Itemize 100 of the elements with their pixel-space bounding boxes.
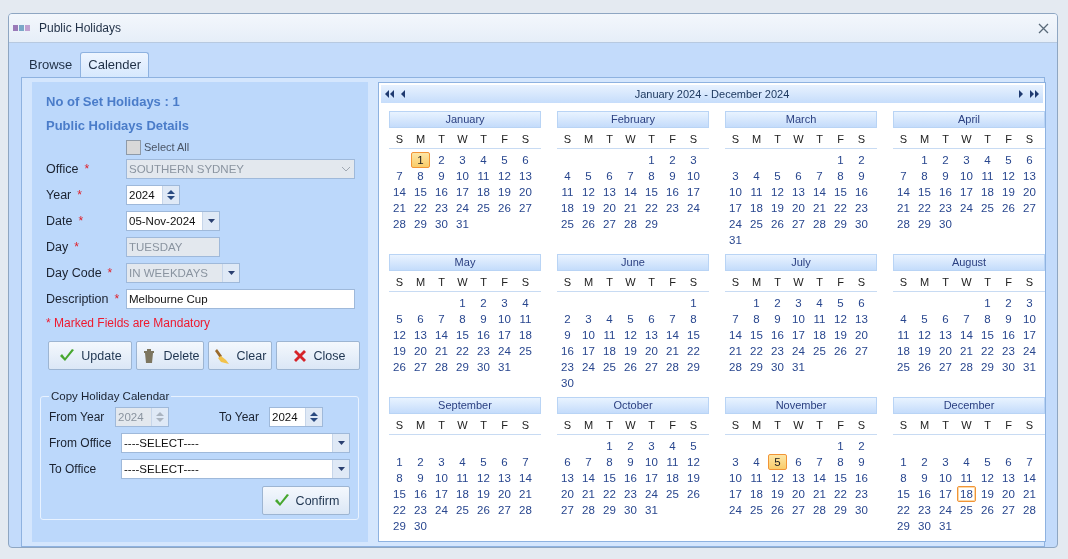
calendar-day[interactable]: 21 [1020,486,1039,502]
calendar-day[interactable]: 18 [516,327,535,343]
office-dropdown[interactable]: ----SELECT---- [121,433,350,453]
calendar-day[interactable]: 27 [852,343,871,359]
calendar-day[interactable]: 26 [621,359,640,375]
calendar-day[interactable]: 18 [558,200,577,216]
calendar-day[interactable]: 12 [474,470,493,486]
calendar-day[interactable]: 21 [663,343,682,359]
calendar-day[interactable]: 7 [390,168,409,184]
calendar-day[interactable]: 29 [831,502,850,518]
calendar-day[interactable]: 14 [579,470,598,486]
calendar-day[interactable]: 16 [663,184,682,200]
calendar-day[interactable]: 2 [999,295,1018,311]
calendar-day[interactable]: 2 [474,295,493,311]
calendar-day[interactable]: 15 [915,184,934,200]
calendar-day[interactable]: 6 [516,152,535,168]
calendar-day[interactable]: 3 [642,438,661,454]
calendar-day[interactable]: 16 [936,184,955,200]
calendar-day[interactable]: 2 [663,152,682,168]
select-all-checkbox[interactable] [126,139,141,155]
calendar-day[interactable]: 18 [453,486,472,502]
calendar-day[interactable]: 17 [684,184,703,200]
calendar-day[interactable]: 18 [663,470,682,486]
calendar-day[interactable]: 1 [978,295,997,311]
calendar-day[interactable]: 18 [600,343,619,359]
calendar-day[interactable]: 27 [495,502,514,518]
calendar-day[interactable]: 11 [810,311,829,327]
calendar-day[interactable]: 5 [768,454,787,470]
calendar-day[interactable]: 29 [453,359,472,375]
calendar-day[interactable]: 21 [621,200,640,216]
calendar-day[interactable]: 17 [579,343,598,359]
calendar-day[interactable]: 21 [432,343,451,359]
calendar-day[interactable]: 26 [978,502,997,518]
calendar-day[interactable]: 9 [852,454,871,470]
calendar-day[interactable]: 17 [1020,327,1039,343]
calendar-day[interactable]: 14 [957,327,976,343]
calendar-day[interactable]: 24 [495,343,514,359]
calendar-day[interactable]: 13 [936,327,955,343]
calendar-day[interactable]: 4 [957,454,976,470]
calendar-day[interactable]: 2 [411,454,430,470]
calendar-day[interactable]: 29 [642,216,661,232]
calendar-day[interactable]: 1 [411,152,430,168]
calendar-day[interactable]: 29 [684,359,703,375]
calendar-day[interactable]: 26 [768,216,787,232]
calendar-day[interactable]: 11 [747,470,766,486]
calendar-day[interactable]: 25 [558,216,577,232]
calendar-day[interactable]: 6 [789,454,808,470]
calendar-day[interactable]: 11 [957,470,976,486]
calendar-day[interactable]: 13 [558,470,577,486]
calendar-day[interactable]: 27 [789,502,808,518]
calendar-day[interactable]: 21 [810,200,829,216]
calendar-day[interactable]: 11 [600,327,619,343]
calendar-day[interactable]: 29 [978,359,997,375]
calendar-day[interactable]: 27 [411,359,430,375]
calendar-day[interactable]: 28 [810,216,829,232]
calendar-day[interactable]: 7 [579,454,598,470]
calendar-day[interactable]: 8 [684,311,703,327]
tab[interactable]: Calender [80,52,150,77]
calendar-day[interactable]: 11 [978,168,997,184]
calendar-day[interactable]: 25 [663,486,682,502]
calendar-day[interactable]: 2 [852,152,871,168]
close-icon[interactable] [1038,22,1049,34]
calendar-day[interactable]: 17 [642,470,661,486]
calendar-day[interactable]: 30 [621,502,640,518]
calendar-day[interactable]: 24 [936,502,955,518]
calendar-day[interactable]: 9 [936,168,955,184]
action-button[interactable]: Update [48,341,132,370]
calendar-day[interactable]: 21 [957,343,976,359]
calendar-day[interactable]: 8 [642,168,661,184]
calendar-day[interactable]: 2 [852,438,871,454]
calendar-day[interactable]: 6 [411,311,430,327]
calendar-day[interactable]: 26 [999,200,1018,216]
calendar-day[interactable]: 13 [789,184,808,200]
calendar-day[interactable]: 10 [642,454,661,470]
calendar-day[interactable]: 9 [915,470,934,486]
calendar-day[interactable]: 27 [936,359,955,375]
calendar-day[interactable]: 8 [411,168,430,184]
calendar-day[interactable]: 16 [558,343,577,359]
calendar-day[interactable]: 22 [747,343,766,359]
first-icon[interactable] [385,90,395,98]
calendar-day[interactable]: 20 [789,200,808,216]
calendar-day[interactable]: 25 [474,200,493,216]
calendar-day[interactable]: 23 [768,343,787,359]
calendar-day[interactable]: 14 [390,184,409,200]
calendar-day[interactable]: 18 [474,184,493,200]
calendar-day[interactable]: 5 [684,438,703,454]
calendar-day[interactable]: 3 [579,311,598,327]
calendar-day[interactable]: 12 [831,311,850,327]
calendar-day[interactable]: 5 [978,454,997,470]
calendar-day[interactable]: 26 [579,216,598,232]
calendar-day[interactable]: 17 [789,327,808,343]
calendar-day[interactable]: 1 [453,295,472,311]
calendar-day[interactable]: 13 [642,327,661,343]
calendar-day[interactable]: 28 [432,359,451,375]
last-icon[interactable] [1029,90,1039,98]
calendar-day[interactable]: 11 [558,184,577,200]
calendar-day[interactable]: 17 [453,184,472,200]
calendar-day[interactable]: 5 [915,311,934,327]
calendar-day[interactable]: 4 [747,454,766,470]
calendar-day[interactable]: 5 [999,152,1018,168]
